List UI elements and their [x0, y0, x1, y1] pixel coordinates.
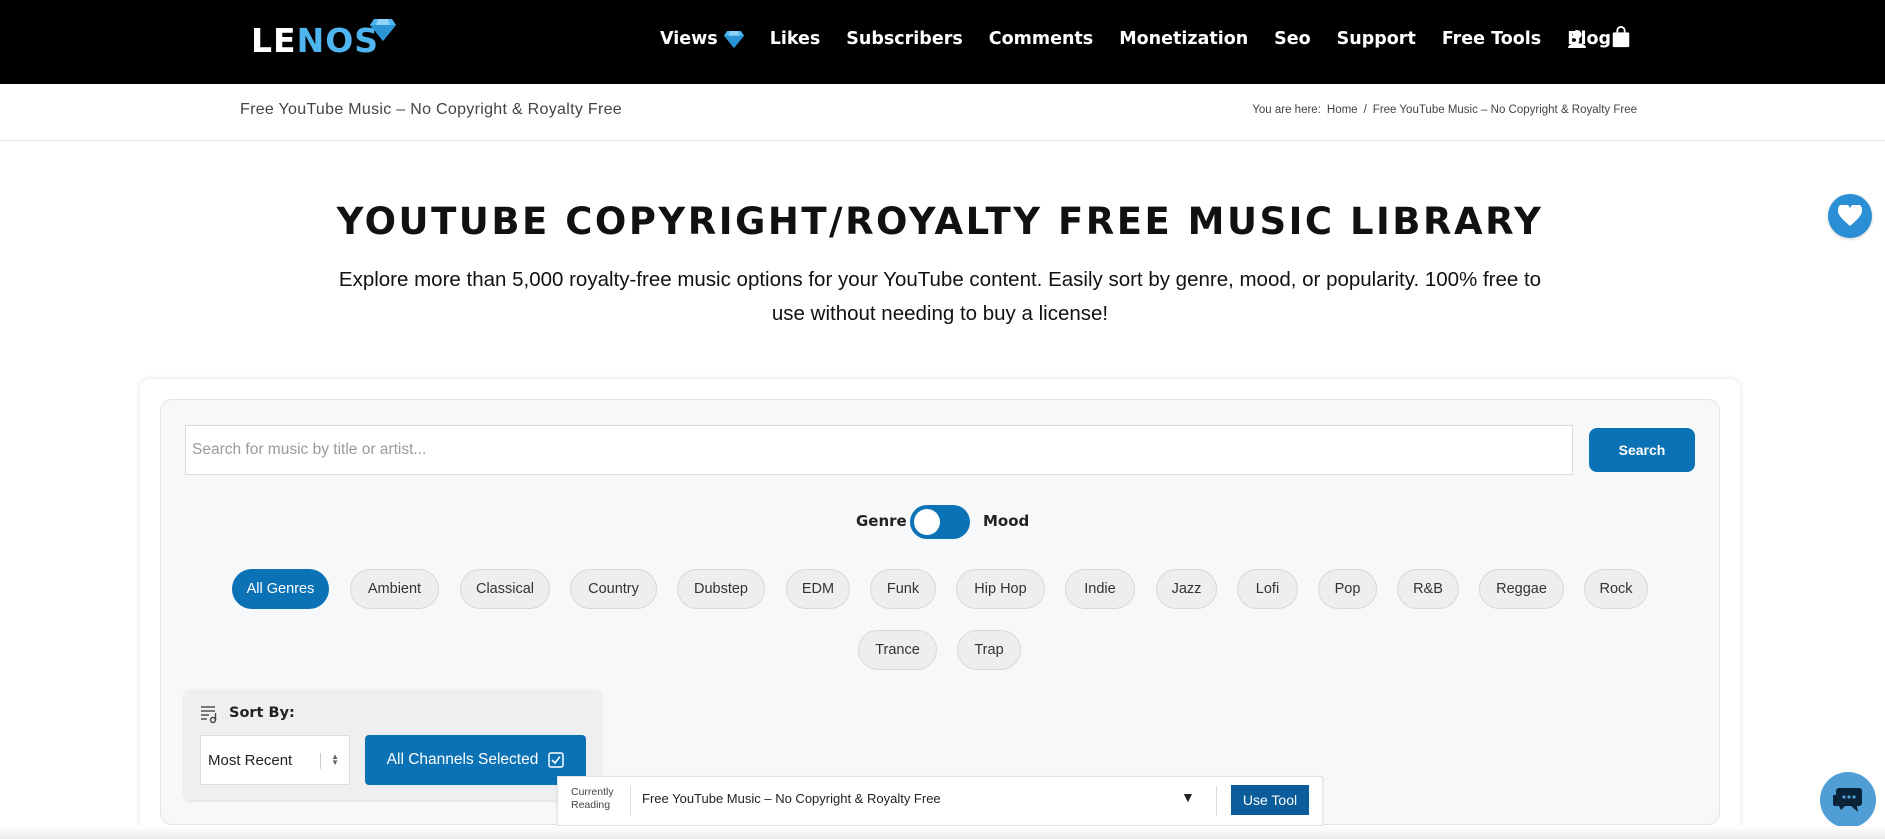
logo[interactable]: LENOS [251, 22, 379, 60]
breadcrumb: You are here: Home / Free YouTube Music … [1252, 104, 1637, 116]
sort-by-label: Sort By: [229, 705, 295, 721]
diamond-icon [723, 30, 744, 48]
nav-label: Views [660, 29, 718, 49]
genre-mood-toggle[interactable] [910, 505, 970, 539]
genre-chip-trance[interactable]: Trance [858, 630, 937, 670]
checkbox-checked-icon [548, 752, 565, 768]
toggle-knob [914, 509, 940, 535]
select-arrows-icon: ▲ ▼ [331, 752, 339, 767]
nav-item-monetization[interactable]: Monetization [1119, 29, 1248, 49]
chat-icon [1833, 788, 1862, 812]
breadcrumb-separator: / [1363, 104, 1367, 116]
main-nav: Views Likes Subscribers Comments Monetiz… [660, 24, 1637, 54]
genre-chip-ambient[interactable]: Ambient [350, 569, 439, 609]
nav-item-views[interactable]: Views [660, 29, 744, 49]
nav-item-seo[interactable]: Seo [1274, 29, 1311, 49]
toggle-label-mood: Mood [983, 512, 1030, 530]
hero-title: YOUTUBE COPYRIGHT/ROYALTY FREE MUSIC LIB… [336, 200, 1544, 243]
genre-chip-indie[interactable]: Indie [1065, 569, 1135, 609]
genre-chip-classical[interactable]: Classical [460, 569, 550, 609]
dropdown-caret-icon[interactable]: ▼ [1181, 789, 1195, 805]
breadcrumb-prefix: You are here: [1252, 104, 1321, 116]
genre-chip-reggae[interactable]: Reggae [1479, 569, 1564, 609]
sort-list-icon [201, 706, 217, 724]
currently-reading-label: Currently Reading [571, 786, 614, 811]
sort-select[interactable]: Most Recent ▲ ▼ [200, 735, 350, 785]
use-tool-button[interactable]: Use Tool [1231, 785, 1309, 815]
nav-item-subscribers[interactable]: Subscribers [846, 29, 962, 49]
divider [630, 786, 631, 816]
genre-chip-funk[interactable]: Funk [870, 569, 936, 609]
genre-chip-rock[interactable]: Rock [1584, 569, 1648, 609]
genre-chip-edm[interactable]: EDM [786, 569, 850, 609]
toggle-label-genre: Genre [856, 512, 907, 530]
genre-chip-pop[interactable]: Pop [1318, 569, 1377, 609]
page-title: Free YouTube Music – No Copyright & Roya… [240, 101, 622, 118]
logo-text-part2: NOS [296, 21, 380, 60]
genre-chip-trap[interactable]: Trap [957, 630, 1021, 670]
logo-text-part1: LE [251, 21, 297, 60]
genre-chip-hip-hop[interactable]: Hip Hop [956, 569, 1045, 609]
nav-item-comments[interactable]: Comments [989, 29, 1093, 49]
page-bottom-edge [0, 826, 1885, 839]
top-navbar: LENOS Views Likes Subscribers Comments M… [0, 0, 1885, 84]
divider [1216, 786, 1217, 816]
breadcrumb-current: Free YouTube Music – No Copyright & Roya… [1372, 104, 1637, 116]
search-button[interactable]: Search [1589, 428, 1695, 472]
breadcrumb-home-link[interactable]: Home [1327, 104, 1358, 116]
chat-button[interactable] [1820, 772, 1876, 828]
user-icon[interactable] [1566, 28, 1588, 50]
favorite-button[interactable] [1828, 194, 1872, 238]
nav-item-likes[interactable]: Likes [770, 29, 821, 49]
heart-icon [1838, 205, 1862, 226]
music-search-input[interactable] [185, 425, 1573, 475]
sort-select-value: Most Recent [208, 751, 293, 769]
shopping-bag-icon[interactable] [1610, 26, 1632, 48]
genre-chip-dubstep[interactable]: Dubstep [677, 569, 765, 609]
hero-subtitle: Explore more than 5,000 royalty-free mus… [338, 268, 1542, 325]
genre-chip-lofi[interactable]: Lofi [1237, 569, 1298, 609]
currently-reading-title: Free YouTube Music – No Copyright & Roya… [642, 791, 941, 806]
select-divider [320, 753, 321, 769]
genre-chip-rnb[interactable]: R&B [1397, 569, 1459, 609]
channels-button-label: All Channels Selected [386, 751, 539, 768]
breadcrumb-bar: Free YouTube Music – No Copyright & Roya… [0, 84, 1885, 141]
genre-chip-jazz[interactable]: Jazz [1156, 569, 1217, 609]
nav-item-support[interactable]: Support [1337, 29, 1416, 49]
channels-select-button[interactable]: All Channels Selected [365, 735, 586, 785]
genre-chip-all[interactable]: All Genres [232, 569, 329, 609]
nav-item-free-tools[interactable]: Free Tools [1442, 29, 1541, 49]
diamond-logo-icon [370, 19, 396, 41]
genre-chip-country[interactable]: Country [570, 569, 657, 609]
